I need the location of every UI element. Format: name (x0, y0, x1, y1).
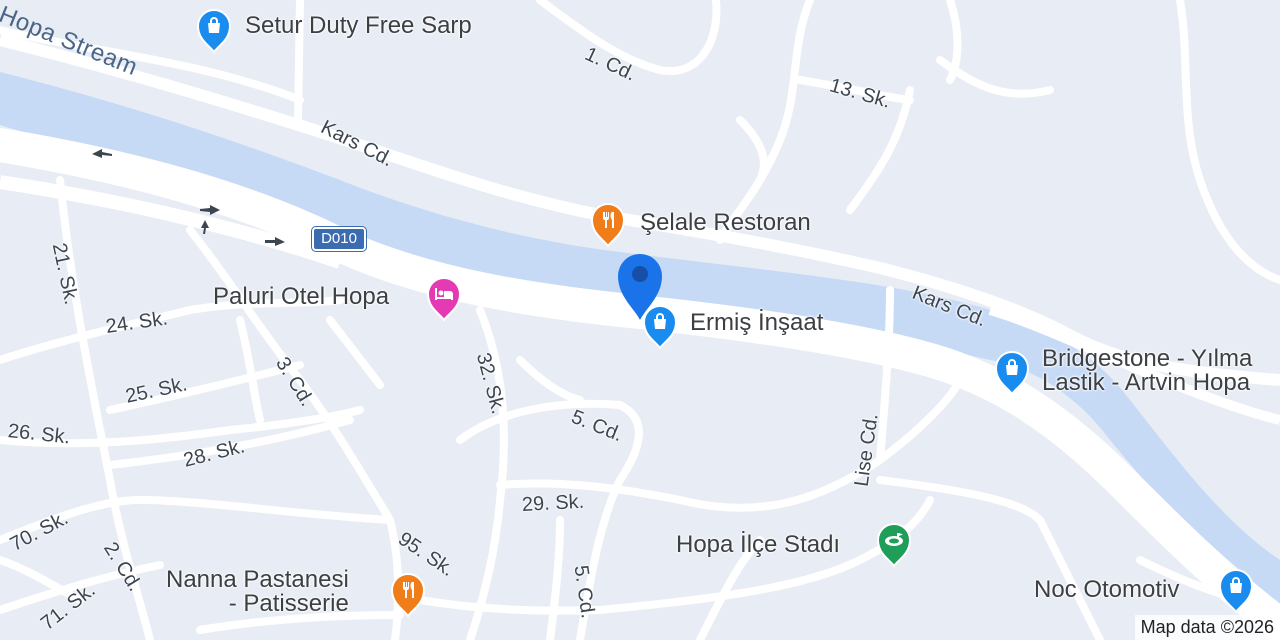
shopping-bag-icon (1216, 566, 1256, 606)
poi-label-noc[interactable]: Noc Otomotiv (1034, 578, 1179, 602)
poi-label-stadium[interactable]: Hopa İlçe Stadı (676, 533, 840, 557)
poi-label-bridgestone[interactable]: Bridgestone - Yılma Lastik - Artvin Hopa (1042, 347, 1252, 395)
stadium-pin[interactable] (874, 520, 914, 568)
map-attribution[interactable]: Map data ©2026 (1134, 615, 1280, 640)
shopping-bag-icon (194, 6, 234, 46)
selale-pin[interactable] (588, 200, 628, 248)
setur-pin[interactable] (194, 6, 234, 54)
location-marker-icon[interactable] (612, 250, 668, 322)
route-badge-d010[interactable]: D010 (312, 227, 366, 251)
poi-label-nanna[interactable]: Nanna Pastanesi - Patisserie (166, 568, 349, 616)
hotel-bed-icon (424, 274, 464, 314)
poi-label-selale[interactable]: Şelale Restoran (640, 211, 811, 235)
shopping-bag-icon (992, 348, 1032, 388)
noc-pin[interactable] (1216, 566, 1256, 614)
poi-label-ermis[interactable]: Ermiş İnşaat (690, 311, 823, 335)
restaurant-icon (388, 570, 428, 610)
poi-label-setur[interactable]: Setur Duty Free Sarp (245, 14, 472, 38)
nanna-pin[interactable] (388, 570, 428, 618)
street-label-29-sk: 29. Sk. (521, 490, 585, 516)
paluri-pin[interactable] (424, 274, 464, 322)
stadium-icon (874, 520, 914, 560)
poi-label-line: Lastik - Artvin Hopa (1042, 369, 1251, 396)
poi-label-line: Nanna Pastanesi (166, 566, 349, 593)
map-canvas[interactable]: Hopa Stream D010 1. Cd. 13. Sk. Kars Cd.… (0, 0, 1280, 640)
restaurant-icon (588, 200, 628, 240)
poi-label-paluri[interactable]: Paluri Otel Hopa (213, 285, 389, 309)
poi-label-line: - Patisserie (228, 590, 349, 617)
bridgestone-pin[interactable] (992, 348, 1032, 396)
poi-label-line: Bridgestone - Yılma (1042, 345, 1253, 372)
